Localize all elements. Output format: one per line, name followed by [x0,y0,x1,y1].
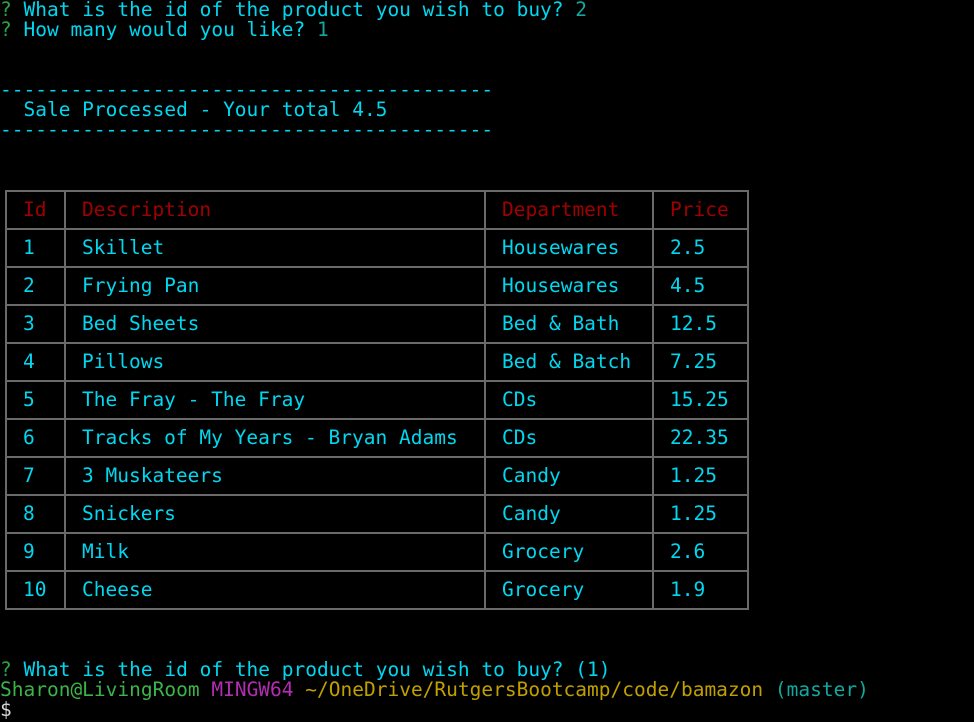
cell-price: 2.5 [652,228,749,268]
sale-rule-bottom: ----------------------------------------… [0,118,494,141]
prompt-line-next[interactable]: ? What is the id of the product you wish… [0,660,611,680]
cell-id: 6 [5,418,66,458]
prompt-line-quantity: ? How many would you like? 1 [0,20,329,40]
shell-prompt-line: Sharon@LivingRoom MINGW64 ~/OneDrive/Rut… [0,680,869,700]
cell-id: 2 [5,266,66,306]
cell-department: Housewares [484,266,654,306]
table-row: 10 Cheese Grocery 1.9 [5,570,749,610]
cell-price: 7.25 [652,342,749,382]
cell-department: Housewares [484,228,654,268]
cell-description: Bed Sheets [64,304,486,344]
cell-department: Candy [484,494,654,534]
cell-price: 22.35 [652,418,749,458]
cell-description: The Fray - The Fray [64,380,486,420]
table-row: 9 Milk Grocery 2.6 [5,532,749,572]
header-id: Id [5,190,66,230]
shell-system: MINGW64 [211,678,294,701]
product-table: Id Description Department Price 1 Skillet… [5,190,749,610]
cell-price: 4.5 [652,266,749,306]
prompt-answer: 1 [317,18,329,41]
table-row: 1 Skillet Housewares 2.5 [5,228,749,268]
shell-dollar-prompt: $ [0,698,12,721]
cell-department: Bed & Batch [484,342,654,382]
cell-price: 1.9 [652,570,749,610]
cell-department: Bed & Bath [484,304,654,344]
cell-department: Grocery [484,570,654,610]
question-mark-icon: ? [0,18,12,41]
header-department: Department [484,190,654,230]
table-row: 4 Pillows Bed & Batch 7.25 [5,342,749,382]
cell-id: 8 [5,494,66,534]
sale-message-line: Sale Processed - Your total 4.5 [0,100,387,120]
cell-department: CDs [484,380,654,420]
header-price: Price [652,190,749,230]
cell-id: 9 [5,532,66,572]
cell-id: 5 [5,380,66,420]
cell-price: 1.25 [652,456,749,496]
prompt-question: How many would you like? [23,18,306,41]
cell-department: Grocery [484,532,654,572]
cell-id: 4 [5,342,66,382]
table-row: 73 Muskateers Candy 1.25 [5,456,749,496]
shell-cursor-line[interactable]: $ [0,700,12,720]
cell-department: Candy [484,456,654,496]
shell-user-host: Sharon@LivingRoom [0,678,200,701]
shell-branch: (master) [774,678,869,701]
cell-description: Skillet [64,228,486,268]
cell-id: 3 [5,304,66,344]
cell-price: 2.6 [652,532,749,572]
cell-price: 15.25 [652,380,749,420]
cell-description: Frying Pan [64,266,486,306]
sale-rule-top: ----------------------------------------… [0,78,494,101]
table-row: 6 Tracks of My Years - Bryan Adams CDs 22.3… [5,418,749,458]
prompt-line-product-id: ? What is the id of the product you wish… [0,0,587,20]
table-header-row: Id Description Department Price [5,190,749,230]
cell-description: Milk [64,532,486,572]
table-row: 3 Bed Sheets Bed & Bath 12.5 [5,304,749,344]
prompt-answer: 2 [575,0,588,21]
cell-id: 1 [5,228,66,268]
cell-description: Snickers [64,494,486,534]
table-row: 8 Snickers Candy 1.25 [5,494,749,534]
cell-price: 1.25 [652,494,749,534]
cell-description: Pillows [64,342,486,382]
cell-price: 12.5 [652,304,749,344]
shell-path: ~/OneDrive/RutgersBootcamp/code/bamazon [305,678,764,701]
cell-department: CDs [484,418,654,458]
table-row: 2 Frying Pan Housewares 4.5 [5,266,749,306]
cell-description: Cheese [64,570,486,610]
cell-id: 10 [5,570,66,610]
table-row: 5 The Fray - The Fray CDs 15.25 [5,380,749,420]
header-description: Description [64,190,486,230]
cell-description: 3 Muskateers [64,456,486,496]
cell-id: 7 [5,456,66,496]
cell-description: Tracks of My Years - Bryan Adams [64,418,486,458]
